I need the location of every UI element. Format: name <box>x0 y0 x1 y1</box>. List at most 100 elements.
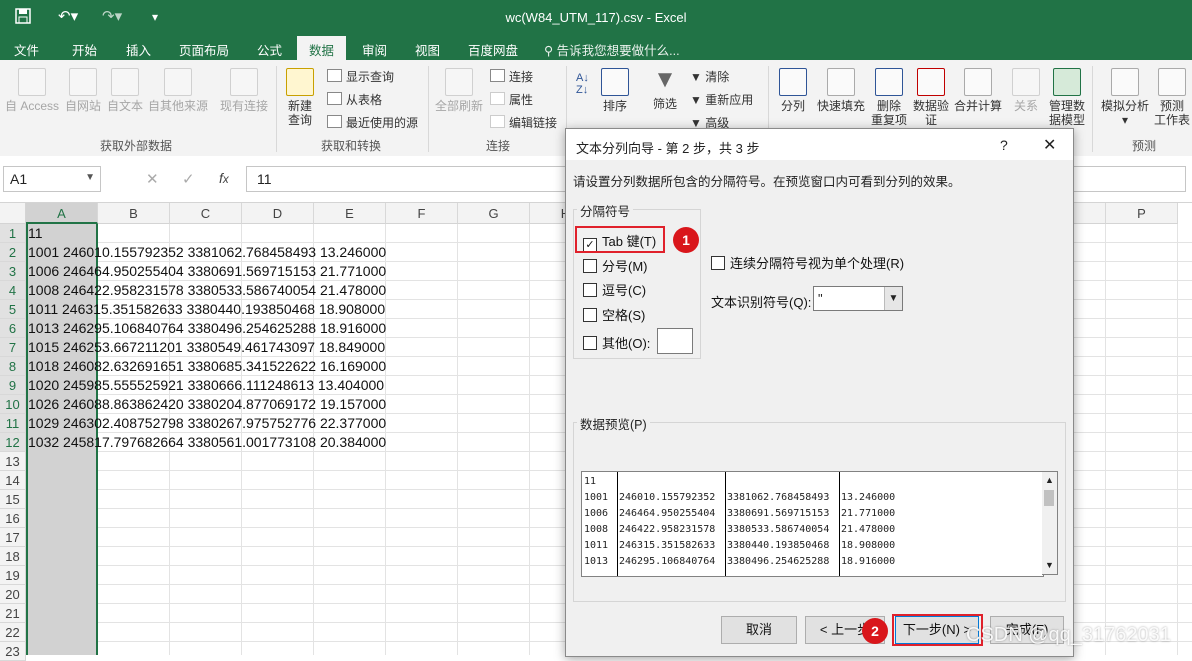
from-text-button[interactable]: 自文本 <box>104 68 146 113</box>
consecutive-delimiters-checkbox[interactable]: 连续分隔符号视为单个处理(R) <box>711 253 904 272</box>
properties-button[interactable]: 属性 <box>490 91 533 108</box>
space-checkbox[interactable]: 空格(S) <box>583 305 645 324</box>
row-header[interactable]: 6 <box>0 319 26 338</box>
column-header[interactable]: A <box>26 203 98 224</box>
recent-sources-button[interactable]: 最近使用的源 <box>327 114 418 131</box>
row-header[interactable]: 5 <box>0 300 26 319</box>
semicolon-checkbox-box[interactable] <box>583 259 597 273</box>
cell-a5[interactable]: 1011 246315.351582633 3380440.193850468 … <box>28 300 385 319</box>
other-checkbox[interactable]: 其他(O): <box>583 333 650 352</box>
row-header[interactable]: 21 <box>0 604 26 623</box>
data-validation-button[interactable]: 数据验证 <box>910 68 952 127</box>
cell-a7[interactable]: 1015 246253.667211201 3380549.461743097 … <box>28 338 385 357</box>
chevron-down-icon[interactable]: ▼ <box>85 172 95 183</box>
column-header[interactable]: C <box>170 203 242 224</box>
row-header[interactable]: 11 <box>0 414 26 433</box>
sort-button[interactable]: 排序 <box>598 68 632 113</box>
new-query-button[interactable]: 新建 查询 <box>282 68 318 127</box>
row-header[interactable]: 19 <box>0 566 26 585</box>
tab-view[interactable]: 视图 <box>415 40 440 59</box>
column-header[interactable]: B <box>98 203 170 224</box>
refresh-all-button[interactable]: 全部刷新 <box>434 68 484 113</box>
preview-scrollbar[interactable]: ▲ ▼ <box>1042 471 1058 575</box>
filter-button[interactable]: ▼ 筛选 <box>645 68 685 112</box>
comma-checkbox[interactable]: 逗号(C) <box>583 280 646 299</box>
row-header[interactable]: 9 <box>0 376 26 395</box>
edit-links-button[interactable]: 编辑链接 <box>490 114 557 131</box>
row-header[interactable]: 10 <box>0 395 26 414</box>
row-header[interactable]: 18 <box>0 547 26 566</box>
text-qualifier-select[interactable]: " ▼ <box>813 286 903 311</box>
help-button[interactable]: ? <box>1000 137 1008 153</box>
cell-a10[interactable]: 1026 246088.863862420 3380204.877069172 … <box>28 395 386 414</box>
other-checkbox-box[interactable] <box>583 336 597 350</box>
row-header[interactable]: 7 <box>0 338 26 357</box>
from-web-button[interactable]: 自网站 <box>62 68 104 113</box>
close-button[interactable]: ✕ <box>1043 135 1056 155</box>
sort-az-icon[interactable]: A↓ Z↓ <box>576 72 589 96</box>
insert-function-icon[interactable]: fx <box>219 170 229 186</box>
existing-connections-button[interactable]: 现有连接 <box>218 68 270 113</box>
cell-a9[interactable]: 1020 245985.555525921 3380666.111248613 … <box>28 376 384 395</box>
text-to-columns-button[interactable]: 分列 <box>776 68 810 113</box>
row-header[interactable]: 23 <box>0 642 26 661</box>
column-header[interactable]: G <box>458 203 530 224</box>
from-access-button[interactable]: 自 Access <box>4 68 60 113</box>
cell-a1[interactable]: 11 <box>28 224 43 243</box>
tab-insert[interactable]: 插入 <box>126 40 151 59</box>
from-other-button[interactable]: 自其他来源 <box>146 68 210 113</box>
tell-me-search[interactable]: ⚲ 告诉我您想要做什么... <box>544 40 680 59</box>
remove-duplicates-button[interactable]: 删除 重复项 <box>868 68 910 127</box>
row-header[interactable]: 22 <box>0 623 26 642</box>
confirm-entry-icon[interactable]: ✓ <box>182 170 195 188</box>
forecast-sheet-button[interactable]: 预测 工作表 <box>1152 68 1192 127</box>
consecutive-checkbox-box[interactable] <box>711 256 725 270</box>
column-header[interactable]: F <box>386 203 458 224</box>
what-if-button[interactable]: 模拟分析 ▾ <box>1098 68 1152 127</box>
consolidate-button[interactable]: 合并计算 <box>952 68 1004 113</box>
comma-checkbox-box[interactable] <box>583 283 597 297</box>
cell-a11[interactable]: 1029 246302.408752798 3380267.975752776 … <box>28 414 386 433</box>
clear-filter-button[interactable]: ▼ 清除 <box>690 68 729 85</box>
tab-review[interactable]: 审阅 <box>362 40 387 59</box>
cell-a2[interactable]: 1001 246010.155792352 3381062.768458493 … <box>28 243 386 262</box>
row-header[interactable]: 15 <box>0 490 26 509</box>
row-header[interactable]: 8 <box>0 357 26 376</box>
semicolon-checkbox[interactable]: 分号(M) <box>583 256 648 275</box>
tab-file[interactable]: 文件 <box>14 40 39 59</box>
cell-a6[interactable]: 1013 246295.106840764 3380496.254625288 … <box>28 319 386 338</box>
flash-fill-button[interactable]: 快速填充 <box>814 68 868 113</box>
column-header[interactable]: P <box>1106 203 1178 224</box>
tab-data[interactable]: 数据 <box>297 36 347 60</box>
column-header[interactable]: E <box>314 203 386 224</box>
relationships-button[interactable]: 关系 <box>1008 68 1044 113</box>
scroll-thumb[interactable] <box>1044 490 1054 506</box>
select-all-corner[interactable] <box>0 203 26 224</box>
tab-formulas[interactable]: 公式 <box>257 40 282 59</box>
cancel-entry-icon[interactable]: ✕ <box>146 170 159 188</box>
row-header[interactable]: 1 <box>0 224 26 243</box>
row-header[interactable]: 20 <box>0 585 26 604</box>
show-queries-button[interactable]: 显示查询 <box>327 68 394 85</box>
scroll-up-icon[interactable]: ▲ <box>1045 475 1054 485</box>
scroll-down-icon[interactable]: ▼ <box>1045 560 1054 570</box>
row-header[interactable]: 12 <box>0 433 26 452</box>
cell-a3[interactable]: 1006 246464.950255404 3380691.569715153 … <box>28 262 386 281</box>
chevron-down-icon[interactable]: ▼ <box>884 287 902 310</box>
data-preview-pane[interactable]: 11 1001 246010.155792352 3381062.768458493 1… <box>581 471 1044 577</box>
name-box[interactable]: A1 ▼ <box>3 166 101 192</box>
row-header[interactable]: 14 <box>0 471 26 490</box>
row-header[interactable]: 13 <box>0 452 26 471</box>
from-table-button[interactable]: 从表格 <box>327 91 382 108</box>
manage-data-model-button[interactable]: 管理数 据模型 <box>1046 68 1088 127</box>
tab-page-layout[interactable]: 页面布局 <box>179 40 229 59</box>
cancel-button[interactable]: 取消 <box>721 616 797 644</box>
row-header[interactable]: 4 <box>0 281 26 300</box>
space-checkbox-box[interactable] <box>583 308 597 322</box>
other-delimiter-input[interactable] <box>657 328 693 354</box>
row-header[interactable]: 17 <box>0 528 26 547</box>
connections-button[interactable]: 连接 <box>490 68 533 85</box>
cell-a8[interactable]: 1018 246082.632691651 3380685.341522622 … <box>28 357 386 376</box>
row-header[interactable]: 16 <box>0 509 26 528</box>
tab-home[interactable]: 开始 <box>72 40 97 59</box>
